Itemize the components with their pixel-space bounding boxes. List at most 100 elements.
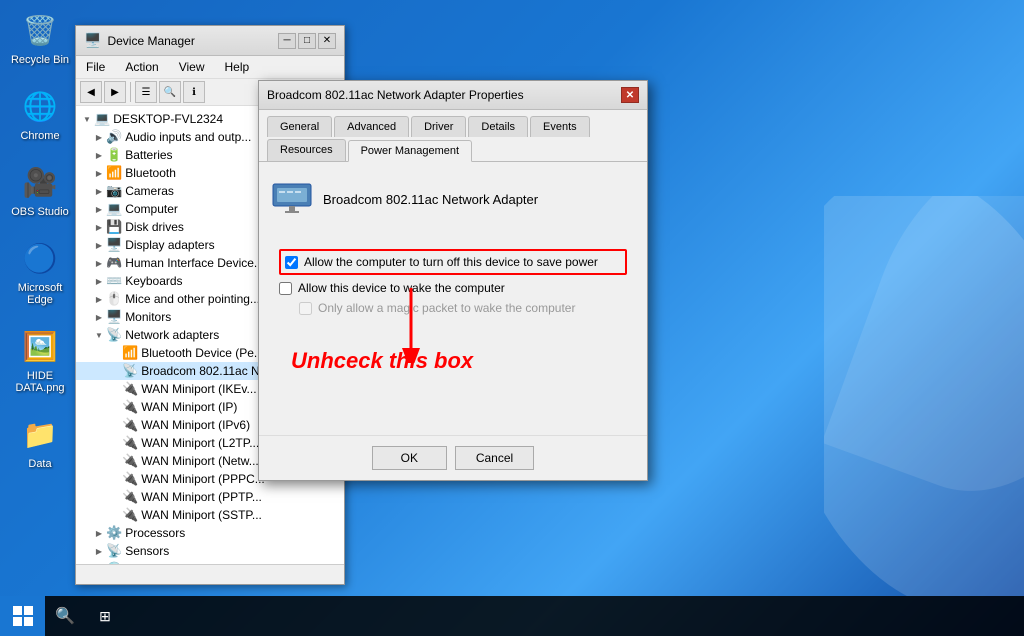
allow-wake-row: Allow this device to wake the computer <box>279 281 627 295</box>
bt-device-expand <box>108 346 122 360</box>
device-header: Broadcom 802.11ac Network Adapter <box>271 174 635 225</box>
task-view-button[interactable]: ⊞ <box>85 596 125 636</box>
proc-icon: ⚙️ <box>106 525 122 541</box>
wan-ipv6-label: WAN Miniport (IPv6) <box>141 418 250 432</box>
sensors-expand: ▶ <box>92 544 106 558</box>
tree-wan-pptp[interactable]: 🔌 WAN Miniport (PPTP... <box>76 488 344 506</box>
tab-advanced[interactable]: Advanced <box>334 116 409 137</box>
device-manager-menubar: File Action View Help <box>76 56 344 79</box>
computer-label: Computer <box>125 202 178 216</box>
display-label: Display adapters <box>125 238 214 252</box>
device-manager-app-icon: 🖥️ <box>84 32 101 49</box>
chrome-icon[interactable]: 🌐 Chrome <box>10 86 70 142</box>
menu-action[interactable]: Action <box>119 58 164 76</box>
properties-button[interactable]: ☰ <box>135 81 157 103</box>
start-button[interactable] <box>0 596 45 636</box>
device-manager-statusbar <box>76 564 344 584</box>
monitors-label: Monitors <box>125 310 171 324</box>
wan-ip-label: WAN Miniport (IP) <box>141 400 237 414</box>
menu-help[interactable]: Help <box>219 58 256 76</box>
wan-netw-icon: 🔌 <box>122 453 138 469</box>
display-expand: ▶ <box>92 238 106 252</box>
desktop: 🗑️ Recycle Bin 🌐 Chrome 🎥 OBS Studio 🔵 M… <box>0 0 1024 636</box>
device-name: Broadcom 802.11ac Network Adapter <box>323 192 538 207</box>
obs-studio-icon[interactable]: 🎥 OBS Studio <box>10 162 70 218</box>
back-button[interactable]: ◀ <box>80 81 102 103</box>
desktop-icons: 🗑️ Recycle Bin 🌐 Chrome 🎥 OBS Studio 🔵 M… <box>10 10 70 470</box>
magic-packet-checkbox <box>299 302 312 315</box>
microsoft-edge-icon[interactable]: 🔵 Microsoft Edge <box>10 238 70 306</box>
chrome-label: Chrome <box>20 130 59 142</box>
dialog-close-button[interactable]: ✕ <box>621 87 639 103</box>
properties-dialog: Broadcom 802.11ac Network Adapter Proper… <box>258 80 648 481</box>
root-computer-icon: 💻 <box>94 111 110 127</box>
tree-wan-sstp[interactable]: 🔌 WAN Miniport (SSTP... <box>76 506 344 524</box>
computer-expand: ▶ <box>92 202 106 216</box>
batteries-icon: 🔋 <box>106 147 122 163</box>
data-folder-label: Data <box>28 458 51 470</box>
wan-l2tp-expand <box>108 436 122 450</box>
device-info-button[interactable]: ℹ <box>183 81 205 103</box>
allow-power-off-row: Allow the computer to turn off this devi… <box>279 249 627 275</box>
tab-details[interactable]: Details <box>468 116 528 137</box>
hide-data-icon[interactable]: 🖼️ HIDE DATA.png <box>10 326 70 394</box>
proc-expand: ▶ <box>92 526 106 540</box>
bluetooth-icon: 📶 <box>106 165 122 181</box>
wan-ikev-expand <box>108 382 122 396</box>
menu-file[interactable]: File <box>80 58 111 76</box>
allow-power-off-checkbox[interactable] <box>285 256 298 269</box>
wan-l2tp-label: WAN Miniport (L2TP... <box>141 436 259 450</box>
ok-button[interactable]: OK <box>372 446 447 470</box>
taskbar: 🔍 ⊞ <box>0 596 1024 636</box>
allow-wake-checkbox[interactable] <box>279 282 292 295</box>
dialog-title: Broadcom 802.11ac Network Adapter Proper… <box>267 88 524 102</box>
search-button[interactable]: 🔍 <box>45 596 85 636</box>
recycle-bin-image: 🗑️ <box>20 10 60 50</box>
broadcom-expand <box>108 364 122 378</box>
wan-netw-expand <box>108 454 122 468</box>
computer-icon: 💻 <box>106 201 122 217</box>
tab-resources[interactable]: Resources <box>267 139 346 161</box>
cancel-button[interactable]: Cancel <box>455 446 534 470</box>
audio-expand: ▶ <box>92 130 106 144</box>
dialog-body: Broadcom 802.11ac Network Adapter Allow … <box>259 161 647 435</box>
disk-icon: 💾 <box>106 219 122 235</box>
tab-driver[interactable]: Driver <box>411 116 466 137</box>
device-manager-title: Device Manager <box>107 34 194 48</box>
recycle-bin-icon[interactable]: 🗑️ Recycle Bin <box>10 10 70 66</box>
obs-label: OBS Studio <box>11 206 68 218</box>
tab-general[interactable]: General <box>267 116 332 137</box>
sensors-icon: 📡 <box>106 543 122 559</box>
tab-events[interactable]: Events <box>530 116 590 137</box>
sensors-label: Sensors <box>125 544 169 558</box>
hid-expand: ▶ <box>92 256 106 270</box>
close-button[interactable]: ✕ <box>318 33 336 49</box>
bt-device-icon: 📶 <box>122 345 138 361</box>
network-expand: ▼ <box>92 328 106 342</box>
forward-button[interactable]: ▶ <box>104 81 126 103</box>
dialog-options: Allow the computer to turn off this devi… <box>271 241 635 323</box>
scan-button[interactable]: 🔍 <box>159 81 181 103</box>
annotation-area: Unhceck this box <box>271 343 635 423</box>
data-folder-image: 📁 <box>20 414 60 454</box>
dialog-tabs: General Advanced Driver Details Events R… <box>259 110 647 161</box>
mice-expand: ▶ <box>92 292 106 306</box>
dialog-titlebar: Broadcom 802.11ac Network Adapter Proper… <box>259 81 647 110</box>
proc-label: Processors <box>125 526 185 540</box>
tree-sensors[interactable]: ▶ 📡 Sensors <box>76 542 344 560</box>
chrome-image: 🌐 <box>20 86 60 126</box>
tree-processors[interactable]: ▶ ⚙️ Processors <box>76 524 344 542</box>
sw-expand: ▶ <box>92 562 106 564</box>
cameras-label: Cameras <box>125 184 174 198</box>
minimize-button[interactable]: ─ <box>278 33 296 49</box>
wan-ikev-icon: 🔌 <box>122 381 138 397</box>
menu-view[interactable]: View <box>173 58 211 76</box>
tree-software-devices[interactable]: ▶ 💿 Software devices <box>76 560 344 564</box>
tab-power-management[interactable]: Power Management <box>348 140 472 162</box>
data-folder-icon[interactable]: 📁 Data <box>10 414 70 470</box>
broadcom-icon: 📡 <box>122 363 138 379</box>
bluetooth-expand: ▶ <box>92 166 106 180</box>
maximize-button[interactable]: □ <box>298 33 316 49</box>
keyboards-icon: ⌨️ <box>106 273 122 289</box>
disk-expand: ▶ <box>92 220 106 234</box>
